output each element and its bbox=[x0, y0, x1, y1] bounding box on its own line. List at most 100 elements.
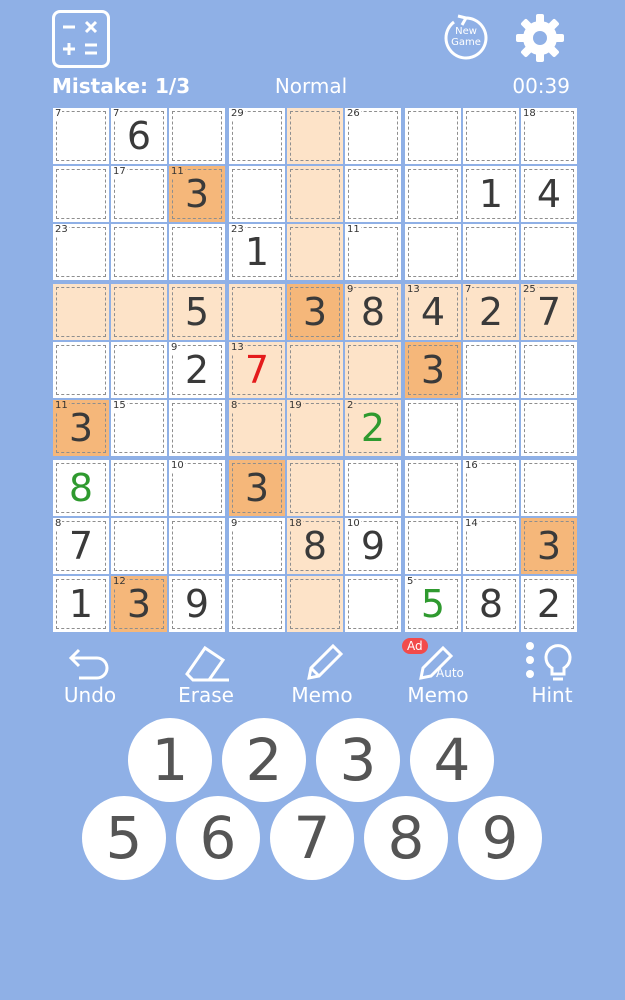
board-cell[interactable] bbox=[521, 460, 577, 516]
board-cell[interactable] bbox=[521, 400, 577, 456]
board-cell[interactable]: 16 bbox=[463, 460, 519, 516]
board-cell[interactable]: 3 bbox=[229, 460, 285, 516]
board-cell[interactable] bbox=[287, 166, 343, 222]
board-cell[interactable]: 7 bbox=[53, 108, 109, 164]
number-key-5[interactable]: 5 bbox=[82, 796, 166, 880]
board-cell[interactable] bbox=[169, 400, 225, 456]
board-cell[interactable]: 10 bbox=[169, 460, 225, 516]
board-cell[interactable] bbox=[405, 224, 461, 280]
board-cell[interactable] bbox=[229, 576, 285, 632]
board-cell[interactable]: 12 3 bbox=[111, 576, 167, 632]
board-cell[interactable] bbox=[111, 284, 167, 340]
board-cell[interactable] bbox=[345, 460, 401, 516]
board-cell[interactable] bbox=[405, 460, 461, 516]
board-cell[interactable] bbox=[169, 518, 225, 574]
board-cell[interactable] bbox=[53, 342, 109, 398]
board-cell[interactable]: 92 bbox=[169, 342, 225, 398]
number-key-6[interactable]: 6 bbox=[176, 796, 260, 880]
board-cell[interactable] bbox=[463, 224, 519, 280]
board-cell[interactable] bbox=[229, 284, 285, 340]
cell-value: 7 bbox=[68, 524, 94, 568]
board-cell[interactable] bbox=[345, 342, 401, 398]
board-cell[interactable]: 2 bbox=[521, 576, 577, 632]
board-cell[interactable] bbox=[169, 108, 225, 164]
board-cell[interactable] bbox=[287, 576, 343, 632]
board-cell[interactable]: 22 bbox=[345, 400, 401, 456]
tool-lightbulb-button[interactable]: Hint bbox=[502, 640, 602, 710]
board-cell[interactable]: 13 4 bbox=[405, 284, 461, 340]
board-cell[interactable] bbox=[345, 166, 401, 222]
board-cell[interactable] bbox=[111, 518, 167, 574]
board-cell[interactable]: 13 7 bbox=[229, 342, 285, 398]
tool-eraser-button[interactable]: Erase bbox=[156, 640, 256, 710]
board-cell[interactable]: 9 bbox=[229, 518, 285, 574]
board-cell[interactable]: 11 bbox=[345, 224, 401, 280]
board-cell[interactable]: 55 bbox=[405, 576, 461, 632]
board-cell[interactable]: 3 bbox=[287, 284, 343, 340]
number-key-9[interactable]: 9 bbox=[458, 796, 542, 880]
board-cell[interactable]: 9 bbox=[169, 576, 225, 632]
board-cell[interactable] bbox=[345, 576, 401, 632]
number-key-1[interactable]: 1 bbox=[128, 718, 212, 802]
board-cell[interactable]: 17 bbox=[111, 166, 167, 222]
board-cell[interactable] bbox=[521, 224, 577, 280]
board-cell[interactable]: 29 bbox=[229, 108, 285, 164]
board-cell[interactable]: 8 bbox=[53, 460, 109, 516]
tool-auto-pencil-button[interactable]: Ad Auto Memo bbox=[388, 638, 488, 710]
number-key-2[interactable]: 2 bbox=[222, 718, 306, 802]
board-cell[interactable]: 11 3 bbox=[169, 166, 225, 222]
board-cell[interactable] bbox=[287, 224, 343, 280]
board-cell[interactable] bbox=[405, 518, 461, 574]
board-cell[interactable]: 76 bbox=[111, 108, 167, 164]
board-cell[interactable]: 1 bbox=[53, 576, 109, 632]
new-game-button[interactable]: New Game bbox=[440, 12, 492, 64]
board-cell[interactable]: 23 1 bbox=[229, 224, 285, 280]
board-cell[interactable]: 5 bbox=[169, 284, 225, 340]
board-cell[interactable]: 19 bbox=[287, 400, 343, 456]
board-cell[interactable] bbox=[463, 342, 519, 398]
board-cell[interactable] bbox=[405, 108, 461, 164]
tool-undo-button[interactable]: Undo bbox=[40, 640, 140, 710]
board-cell[interactable] bbox=[287, 460, 343, 516]
board-cell[interactable] bbox=[53, 166, 109, 222]
board-cell[interactable]: 3 bbox=[405, 342, 461, 398]
board-cell[interactable]: 3 bbox=[521, 518, 577, 574]
board-cell[interactable]: 26 bbox=[345, 108, 401, 164]
board-cell[interactable]: 8 bbox=[229, 400, 285, 456]
board-cell[interactable]: 98 bbox=[345, 284, 401, 340]
board-cell[interactable] bbox=[463, 400, 519, 456]
number-key-8[interactable]: 8 bbox=[364, 796, 448, 880]
board-cell[interactable]: 14 bbox=[463, 518, 519, 574]
board-cell[interactable]: 18 8 bbox=[287, 518, 343, 574]
board-cell[interactable] bbox=[229, 166, 285, 222]
board-cell[interactable] bbox=[111, 224, 167, 280]
board-cell[interactable] bbox=[287, 108, 343, 164]
cell-value: 1 bbox=[244, 230, 270, 274]
board-cell[interactable]: 87 bbox=[53, 518, 109, 574]
board-cell[interactable] bbox=[463, 108, 519, 164]
settings-button[interactable] bbox=[512, 10, 568, 66]
number-key-4[interactable]: 4 bbox=[410, 718, 494, 802]
board-cell[interactable]: 11 3 bbox=[53, 400, 109, 456]
tool-pencil-button[interactable]: Memo bbox=[272, 640, 372, 710]
board-cell[interactable]: 10 9 bbox=[345, 518, 401, 574]
number-key-7[interactable]: 7 bbox=[270, 796, 354, 880]
board-cell[interactable] bbox=[405, 166, 461, 222]
board-cell[interactable] bbox=[405, 400, 461, 456]
board-cell[interactable]: 15 bbox=[111, 400, 167, 456]
board-cell[interactable] bbox=[169, 224, 225, 280]
board-cell[interactable] bbox=[53, 284, 109, 340]
board-cell[interactable]: 72 bbox=[463, 284, 519, 340]
board-cell[interactable] bbox=[111, 342, 167, 398]
board-cell[interactable] bbox=[521, 342, 577, 398]
board-cell[interactable]: 8 bbox=[463, 576, 519, 632]
calculator-icon[interactable] bbox=[52, 10, 110, 68]
number-key-3[interactable]: 3 bbox=[316, 718, 400, 802]
board-cell[interactable]: 1 bbox=[463, 166, 519, 222]
board-cell[interactable]: 4 bbox=[521, 166, 577, 222]
board-cell[interactable]: 18 bbox=[521, 108, 577, 164]
board-cell[interactable] bbox=[111, 460, 167, 516]
board-cell[interactable]: 23 bbox=[53, 224, 109, 280]
board-cell[interactable] bbox=[287, 342, 343, 398]
board-cell[interactable]: 25 7 bbox=[521, 284, 577, 340]
